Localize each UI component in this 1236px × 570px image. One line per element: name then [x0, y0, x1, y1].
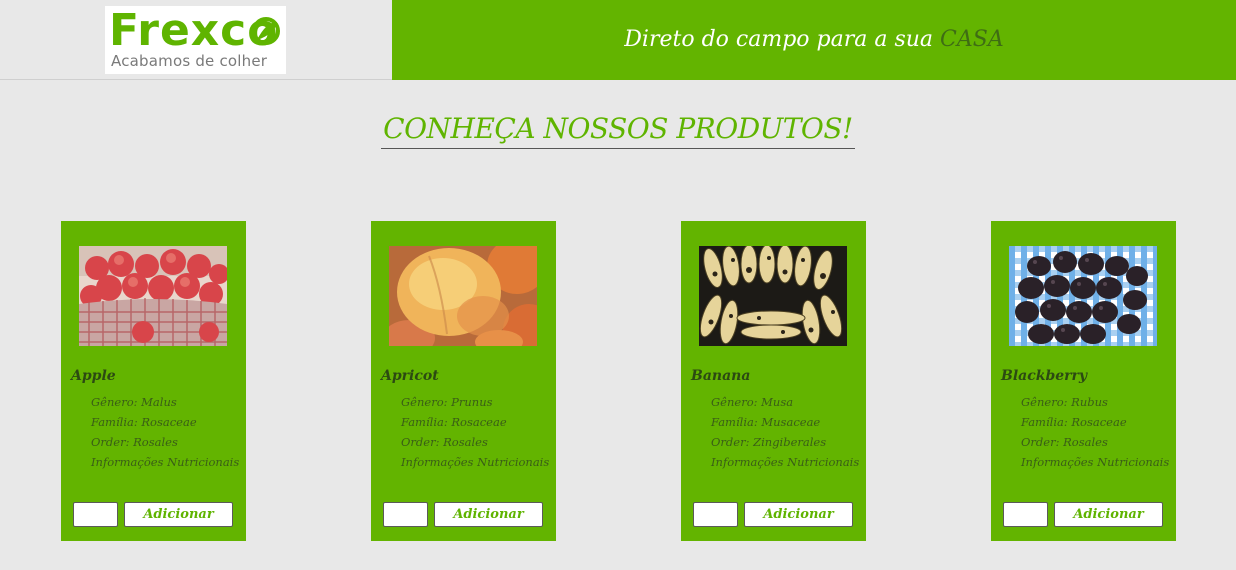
- site-header: Frexco Acabamos de colher Direto do camp…: [0, 0, 1236, 80]
- product-genus: Gênero: Prunus: [401, 395, 493, 409]
- header-tagline: Direto do campo para a sua CASA: [392, 24, 1236, 56]
- product-name: Banana: [691, 368, 751, 384]
- product-family: Família: Rosaceae: [91, 415, 197, 429]
- product-genus: Gênero: Rubus: [1021, 395, 1108, 409]
- tagline-accent: CASA: [940, 27, 1004, 52]
- blackberry-photo: [1009, 246, 1157, 346]
- product-card-banana: Banana Gênero: Musa Família: Musaceae Or…: [681, 221, 866, 541]
- product-order: Order: Zingiberales: [711, 435, 827, 449]
- tagline-text: Direto do campo para a sua: [624, 27, 934, 52]
- logo-area: Frexco Acabamos de colher: [0, 0, 392, 80]
- product-name: Apple: [71, 368, 116, 384]
- product-order: Order: Rosales: [91, 435, 178, 449]
- add-to-cart-button[interactable]: Adicionar: [124, 502, 233, 527]
- product-card-apple: Apple Gênero: Malus Família: Rosaceae Or…: [61, 221, 246, 541]
- product-facts: Gênero: Malus Família: Rosaceae Order: R…: [91, 392, 239, 472]
- apple-photo: [79, 246, 227, 346]
- product-order: Order: Rosales: [1021, 435, 1108, 449]
- product-facts: Gênero: Prunus Família: Rosaceae Order: …: [401, 392, 549, 472]
- add-to-cart-button[interactable]: Adicionar: [744, 502, 853, 527]
- product-nutrition-link[interactable]: Informações Nutricionais: [1021, 452, 1169, 472]
- banana-photo: [699, 246, 847, 346]
- product-genus: Gênero: Musa: [711, 395, 794, 409]
- product-nutrition-link[interactable]: Informações Nutricionais: [91, 452, 239, 472]
- product-image-blackberry: [1009, 246, 1157, 346]
- product-order: Order: Rosales: [401, 435, 488, 449]
- apricot-photo: [389, 246, 537, 346]
- brand-logo[interactable]: Frexco Acabamos de colher: [105, 6, 286, 74]
- product-genus: Gênero: Malus: [91, 395, 177, 409]
- product-card-blackberry: Blackberry Gênero: Rubus Família: Rosace…: [991, 221, 1176, 541]
- product-facts: Gênero: Rubus Família: Rosaceae Order: R…: [1021, 392, 1169, 472]
- product-family: Família: Rosaceae: [1021, 415, 1127, 429]
- product-nutrition-link[interactable]: Informações Nutricionais: [401, 452, 549, 472]
- quantity-input[interactable]: [1003, 502, 1048, 527]
- products-heading: CONHEÇA NOSSOS PRODUTOS!: [0, 110, 1236, 149]
- logo-slogan: Acabamos de colher: [111, 52, 268, 70]
- product-family: Família: Rosaceae: [401, 415, 507, 429]
- add-to-cart-button[interactable]: Adicionar: [1054, 502, 1163, 527]
- products-heading-text: CONHEÇA NOSSOS PRODUTOS!: [381, 110, 855, 149]
- quantity-input[interactable]: [383, 502, 428, 527]
- product-facts: Gênero: Musa Família: Musaceae Order: Zi…: [711, 392, 859, 472]
- leaf-icon: [252, 17, 280, 45]
- header-banner: Direto do campo para a sua CASA: [392, 0, 1236, 80]
- product-image-apple: [79, 246, 227, 346]
- quantity-input[interactable]: [693, 502, 738, 527]
- product-image-banana: [699, 246, 847, 346]
- product-name: Apricot: [381, 368, 439, 384]
- product-image-apricot: [389, 246, 537, 346]
- product-nutrition-link[interactable]: Informações Nutricionais: [711, 452, 859, 472]
- product-family: Família: Musaceae: [711, 415, 821, 429]
- quantity-input[interactable]: [73, 502, 118, 527]
- product-name: Blackberry: [1001, 368, 1088, 384]
- add-to-cart-button[interactable]: Adicionar: [434, 502, 543, 527]
- product-card-apricot: Apricot Gênero: Prunus Família: Rosaceae…: [371, 221, 556, 541]
